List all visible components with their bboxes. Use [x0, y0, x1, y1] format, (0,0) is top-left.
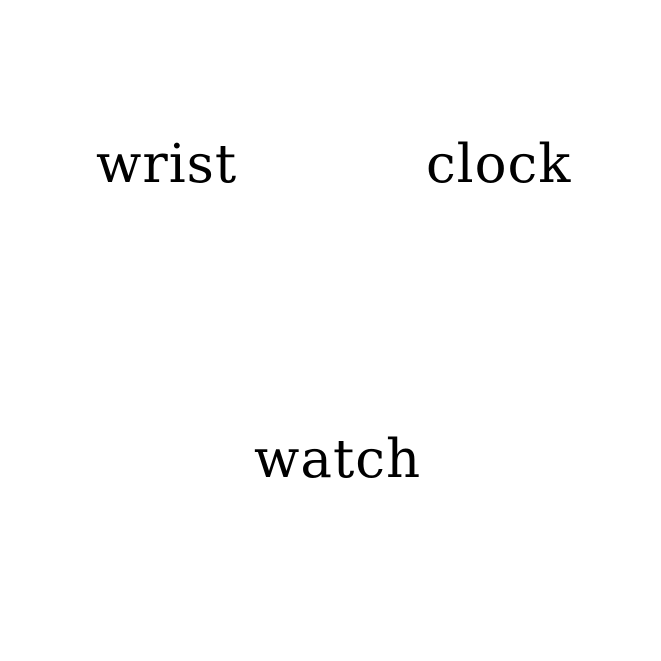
word-clock: clock [426, 134, 572, 195]
word-watch: watch [254, 429, 422, 490]
word-wrist: wrist [96, 134, 238, 195]
word-canvas: wrist clock watch [0, 0, 661, 661]
